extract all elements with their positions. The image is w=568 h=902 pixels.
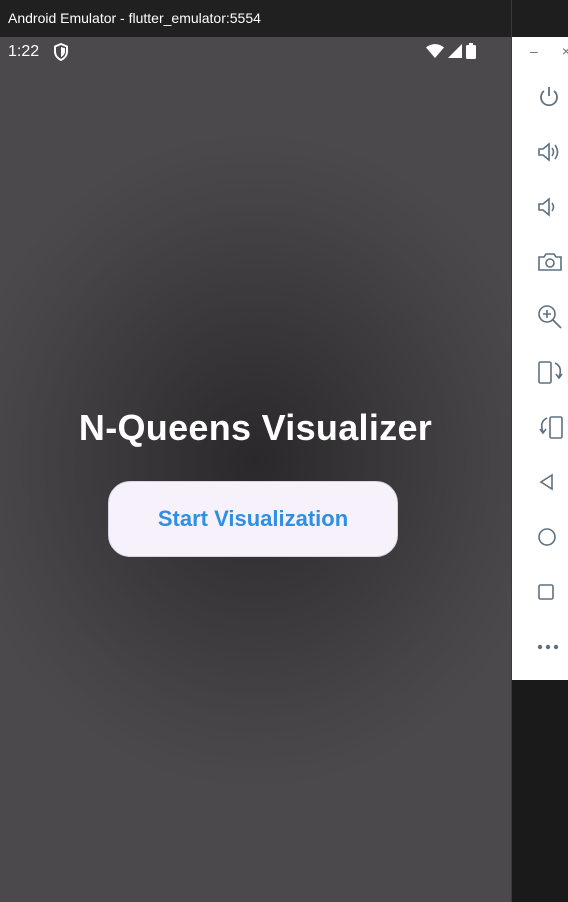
volume-down-button[interactable] [512, 187, 568, 227]
screenshot-button[interactable] [512, 242, 568, 282]
zoom-icon [537, 304, 563, 330]
power-icon [537, 85, 561, 109]
minimize-button[interactable]: – [530, 43, 538, 59]
close-button[interactable]: × [562, 43, 568, 59]
window-title[interactable]: Android Emulator - flutter_emulator:5554 [0, 0, 511, 37]
back-icon [537, 472, 557, 492]
more-icon [537, 643, 559, 651]
status-time: 1:22 [8, 43, 40, 60]
overview-button[interactable] [512, 572, 568, 612]
battery-icon [466, 43, 476, 64]
background-strip [512, 0, 568, 37]
start-visualization-label: Start Visualization [157, 506, 349, 531]
home-icon [537, 527, 557, 547]
rotate-left-icon [537, 359, 565, 385]
status-bar: 1:22 [0, 37, 511, 67]
zoom-button[interactable] [512, 297, 568, 337]
wifi-icon [426, 44, 444, 63]
rotate-left-button[interactable] [512, 352, 568, 392]
volume-down-icon [537, 195, 561, 219]
rotate-right-icon [537, 414, 565, 440]
volume-up-icon [537, 140, 563, 164]
overview-icon [537, 583, 555, 601]
back-button[interactable] [512, 462, 568, 502]
volume-up-button[interactable] [512, 132, 568, 172]
power-button[interactable] [512, 77, 568, 117]
cellular-signal-icon [448, 44, 462, 63]
start-visualization-button[interactable]: Start Visualization [108, 481, 398, 557]
rotate-right-button[interactable] [512, 407, 568, 447]
page-title: N-Queens Visualizer [78, 407, 433, 448]
status-icons [426, 43, 476, 64]
camera-icon [537, 250, 563, 274]
emulator-window: Android Emulator - flutter_emulator:5554… [0, 0, 512, 902]
desktop: Android Emulator - flutter_emulator:5554… [0, 0, 568, 902]
home-button[interactable] [512, 517, 568, 557]
background-panel [512, 680, 568, 902]
more-button[interactable] [512, 627, 568, 667]
shield-icon [53, 42, 69, 62]
phone-screen[interactable]: 1:22 N-Queens Visualizer Start Visualiza… [0, 37, 511, 902]
emulator-toolbar: – × [512, 37, 568, 680]
